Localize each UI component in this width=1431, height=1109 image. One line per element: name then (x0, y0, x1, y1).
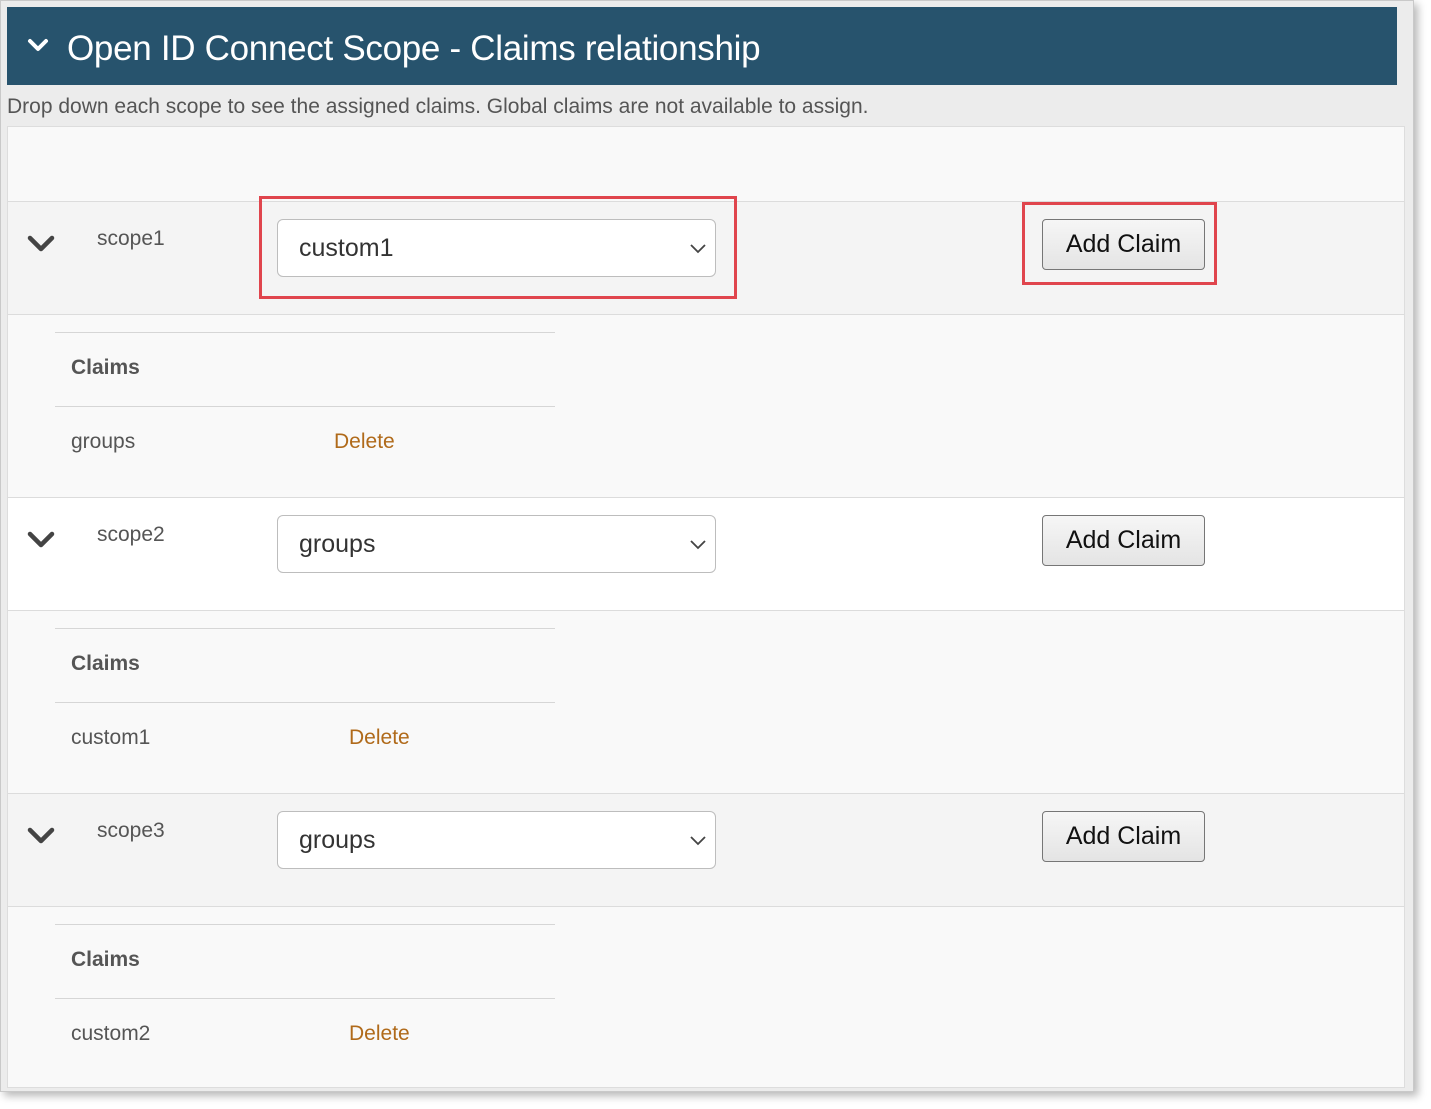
intro-text: Drop down each scope to see the assigned… (7, 95, 869, 118)
claim-name: custom2 (71, 1022, 151, 1045)
claims-header: Claims (71, 652, 140, 675)
delete-claim-link[interactable]: Delete (334, 430, 395, 454)
divider (55, 332, 555, 333)
claim-name: custom1 (71, 726, 151, 749)
claim-select[interactable]: groups (277, 515, 716, 573)
claims-table-scope1: Claims groups Delete (55, 332, 555, 482)
chevron-down-icon[interactable] (27, 35, 49, 57)
scope-row-scope2: scope2 groups Add Claim (8, 497, 1404, 611)
chevron-down-icon (690, 244, 706, 254)
section-title: Open ID Connect Scope - Claims relations… (67, 29, 761, 68)
chevron-down-icon (690, 540, 706, 550)
chevron-down-icon[interactable] (26, 232, 56, 256)
chevron-down-icon[interactable] (26, 824, 56, 848)
claims-header: Claims (71, 356, 140, 379)
claim-select-value: groups (299, 530, 376, 558)
add-claim-button[interactable]: Add Claim (1042, 219, 1205, 270)
delete-claim-link[interactable]: Delete (349, 726, 410, 750)
claims-header: Claims (71, 948, 140, 971)
window-frame: Open ID Connect Scope - Claims relations… (0, 0, 1414, 1092)
scope-row-scope3: scope3 groups Add Claim (8, 793, 1404, 907)
divider (55, 702, 555, 703)
delete-claim-link[interactable]: Delete (349, 1022, 410, 1046)
add-claim-button[interactable]: Add Claim (1042, 515, 1205, 566)
claims-table-scope3: Claims custom2 Delete (55, 924, 555, 1074)
scopes-panel: scope1 custom1 Add Claim Claims groups D… (7, 126, 1405, 1088)
claims-table-scope2: Claims custom1 Delete (55, 628, 555, 778)
scope-row-scope1: scope1 custom1 Add Claim (8, 201, 1404, 315)
section-header[interactable]: Open ID Connect Scope - Claims relations… (7, 7, 1397, 85)
claim-select[interactable]: custom1 (277, 219, 716, 277)
claim-select-value: custom1 (299, 234, 394, 262)
divider (55, 628, 555, 629)
add-claim-button[interactable]: Add Claim (1042, 811, 1205, 862)
chevron-down-icon (690, 836, 706, 846)
scope-name: scope3 (97, 819, 165, 842)
divider (55, 998, 555, 999)
divider (55, 924, 555, 925)
claim-select[interactable]: groups (277, 811, 716, 869)
chevron-down-icon[interactable] (26, 528, 56, 552)
scope-name: scope1 (97, 227, 165, 250)
claim-name: groups (71, 430, 136, 453)
divider (55, 406, 555, 407)
scope-name: scope2 (97, 523, 165, 546)
claim-select-value: groups (299, 826, 376, 854)
